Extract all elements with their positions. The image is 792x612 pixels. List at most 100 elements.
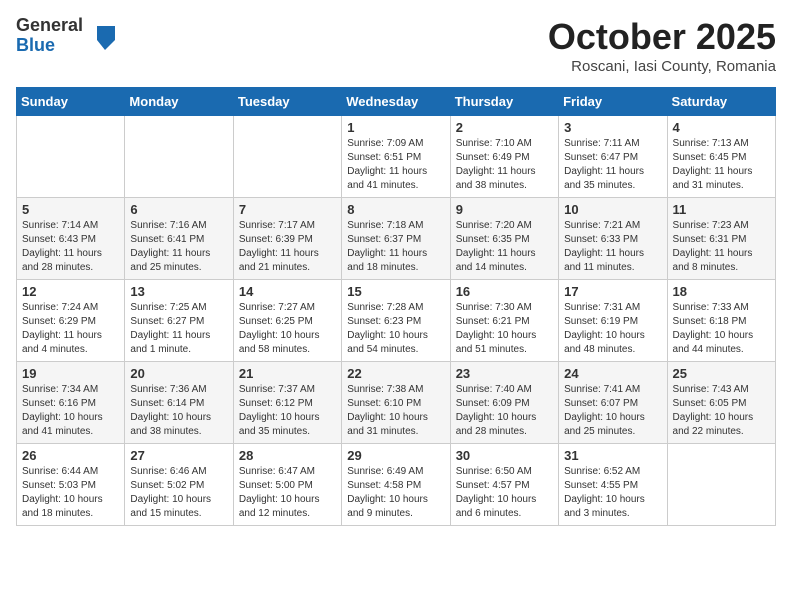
calendar-cell: 30 Sunrise: 6:50 AM Sunset: 4:57 PM Dayli…: [450, 444, 558, 526]
weekday-header-monday: Monday: [125, 88, 233, 116]
day-number: 7: [239, 202, 336, 217]
day-info: Sunrise: 6:49 AM Sunset: 4:58 PM Dayligh…: [347, 465, 444, 521]
day-info: Sunrise: 7:10 AM Sunset: 6:49 PM Dayligh…: [456, 137, 553, 193]
calendar-cell: 15Sunrise: 7:28 AM Sunset: 6:23 PM Dayli…: [342, 280, 450, 362]
day-number: 9: [456, 202, 553, 217]
calendar-cell: 19Sunrise: 7:34 AM Sunset: 6:16 PM Dayli…: [17, 362, 125, 444]
calendar-cell: 17 Sunrise: 7:31 AM Sunset: 6:19 PM Dayli…: [559, 280, 667, 362]
calendar-cell: 25 Sunrise: 7:43 AM Sunset: 6:05 PM Dayli…: [667, 362, 775, 444]
weekday-header-sunday: Sunday: [17, 88, 125, 116]
day-number: 17: [564, 284, 661, 299]
day-info: Sunrise: 7:18 AM Sunset: 6:37 PM Dayligh…: [347, 219, 444, 275]
day-number: 28: [239, 448, 336, 463]
calendar-cell: 10Sunrise: 7:21 AM Sunset: 6:33 PM Dayli…: [559, 198, 667, 280]
logo-text: General Blue: [16, 16, 83, 56]
calendar-cell: 22Sunrise: 7:38 AM Sunset: 6:10 PM Dayli…: [342, 362, 450, 444]
week-row-4: 19Sunrise: 7:34 AM Sunset: 6:16 PM Dayli…: [17, 362, 776, 444]
weekday-header-tuesday: Tuesday: [233, 88, 341, 116]
day-number: 19: [22, 366, 119, 381]
day-info: Sunrise: 6:46 AM Sunset: 5:02 PM Dayligh…: [130, 465, 227, 521]
day-number: 4: [673, 120, 770, 135]
day-info: Sunrise: 7:25 AM Sunset: 6:27 PM Dayligh…: [130, 301, 227, 357]
calendar-cell: 1Sunrise: 7:09 AM Sunset: 6:51 PM Daylig…: [342, 116, 450, 198]
week-row-5: 26 Sunrise: 6:44 AM Sunset: 5:03 PM Dayli…: [17, 444, 776, 526]
calendar-cell: 20 Sunrise: 7:36 AM Sunset: 6:14 PM Dayli…: [125, 362, 233, 444]
calendar-cell: 26 Sunrise: 6:44 AM Sunset: 5:03 PM Dayli…: [17, 444, 125, 526]
day-number: 29: [347, 448, 444, 463]
day-info: Sunrise: 7:33 AM Sunset: 6:18 PM Dayligh…: [673, 301, 770, 357]
day-info: Sunrise: 7:11 AM Sunset: 6:47 PM Dayligh…: [564, 137, 661, 193]
day-info: Sunrise: 7:37 AM Sunset: 6:12 PM Dayligh…: [239, 383, 336, 439]
calendar-cell: 18 Sunrise: 7:33 AM Sunset: 6:18 PM Dayli…: [667, 280, 775, 362]
weekday-header-thursday: Thursday: [450, 88, 558, 116]
location: Roscani, Iasi County, Romania: [548, 58, 776, 75]
calendar-cell: 28Sunrise: 6:47 AM Sunset: 5:00 PM Dayli…: [233, 444, 341, 526]
day-number: 3: [564, 120, 661, 135]
calendar-cell: 9Sunrise: 7:20 AM Sunset: 6:35 PM Daylig…: [450, 198, 558, 280]
day-info: Sunrise: 7:17 AM Sunset: 6:39 PM Dayligh…: [239, 219, 336, 275]
day-number: 25: [673, 366, 770, 381]
calendar-table: SundayMondayTuesdayWednesdayThursdayFrid…: [16, 87, 776, 526]
logo: General Blue: [16, 16, 115, 56]
day-info: Sunrise: 6:50 AM Sunset: 4:57 PM Dayligh…: [456, 465, 553, 521]
week-row-1: 1Sunrise: 7:09 AM Sunset: 6:51 PM Daylig…: [17, 116, 776, 198]
day-info: Sunrise: 7:36 AM Sunset: 6:14 PM Dayligh…: [130, 383, 227, 439]
calendar-cell: [233, 116, 341, 198]
calendar-cell: 5Sunrise: 7:14 AM Sunset: 6:43 PM Daylig…: [17, 198, 125, 280]
day-number: 30: [456, 448, 553, 463]
calendar-cell: 6Sunrise: 7:16 AM Sunset: 6:41 PM Daylig…: [125, 198, 233, 280]
day-info: Sunrise: 7:43 AM Sunset: 6:05 PM Dayligh…: [673, 383, 770, 439]
day-number: 6: [130, 202, 227, 217]
calendar-cell: 31Sunrise: 6:52 AM Sunset: 4:55 PM Dayli…: [559, 444, 667, 526]
week-row-2: 5Sunrise: 7:14 AM Sunset: 6:43 PM Daylig…: [17, 198, 776, 280]
weekday-header-friday: Friday: [559, 88, 667, 116]
calendar-cell: 7 Sunrise: 7:17 AM Sunset: 6:39 PM Daylig…: [233, 198, 341, 280]
calendar-cell: 12 Sunrise: 7:24 AM Sunset: 6:29 PM Dayli…: [17, 280, 125, 362]
logo-icon: [87, 22, 115, 50]
calendar-cell: [667, 444, 775, 526]
calendar-cell: [17, 116, 125, 198]
day-number: 18: [673, 284, 770, 299]
calendar-cell: [125, 116, 233, 198]
calendar-cell: 8Sunrise: 7:18 AM Sunset: 6:37 PM Daylig…: [342, 198, 450, 280]
day-number: 2: [456, 120, 553, 135]
day-number: 11: [673, 202, 770, 217]
weekday-header-wednesday: Wednesday: [342, 88, 450, 116]
calendar-cell: 13 Sunrise: 7:25 AM Sunset: 6:27 PM Dayli…: [125, 280, 233, 362]
day-info: Sunrise: 7:40 AM Sunset: 6:09 PM Dayligh…: [456, 383, 553, 439]
calendar-cell: 14 Sunrise: 7:27 AM Sunset: 6:25 PM Dayli…: [233, 280, 341, 362]
calendar-cell: 16 Sunrise: 7:30 AM Sunset: 6:21 PM Dayli…: [450, 280, 558, 362]
day-info: Sunrise: 7:24 AM Sunset: 6:29 PM Dayligh…: [22, 301, 119, 357]
page-header: General Blue October 2025 Roscani, Iasi …: [16, 16, 776, 75]
week-row-3: 12 Sunrise: 7:24 AM Sunset: 6:29 PM Dayli…: [17, 280, 776, 362]
day-info: Sunrise: 7:31 AM Sunset: 6:19 PM Dayligh…: [564, 301, 661, 357]
day-info: Sunrise: 7:28 AM Sunset: 6:23 PM Dayligh…: [347, 301, 444, 357]
calendar-cell: 27 Sunrise: 6:46 AM Sunset: 5:02 PM Dayli…: [125, 444, 233, 526]
day-info: Sunrise: 7:13 AM Sunset: 6:45 PM Dayligh…: [673, 137, 770, 193]
day-number: 12: [22, 284, 119, 299]
month-title: October 2025: [548, 16, 776, 58]
day-info: Sunrise: 7:09 AM Sunset: 6:51 PM Dayligh…: [347, 137, 444, 193]
day-number: 23: [456, 366, 553, 381]
day-number: 13: [130, 284, 227, 299]
day-info: Sunrise: 7:30 AM Sunset: 6:21 PM Dayligh…: [456, 301, 553, 357]
day-info: Sunrise: 7:14 AM Sunset: 6:43 PM Dayligh…: [22, 219, 119, 275]
day-number: 16: [456, 284, 553, 299]
day-number: 27: [130, 448, 227, 463]
calendar-cell: 4 Sunrise: 7:13 AM Sunset: 6:45 PM Daylig…: [667, 116, 775, 198]
logo-general: General: [16, 16, 83, 36]
day-info: Sunrise: 6:52 AM Sunset: 4:55 PM Dayligh…: [564, 465, 661, 521]
day-number: 10: [564, 202, 661, 217]
day-info: Sunrise: 7:38 AM Sunset: 6:10 PM Dayligh…: [347, 383, 444, 439]
day-info: Sunrise: 7:27 AM Sunset: 6:25 PM Dayligh…: [239, 301, 336, 357]
day-info: Sunrise: 6:44 AM Sunset: 5:03 PM Dayligh…: [22, 465, 119, 521]
calendar-cell: 24Sunrise: 7:41 AM Sunset: 6:07 PM Dayli…: [559, 362, 667, 444]
day-number: 14: [239, 284, 336, 299]
weekday-header-row: SundayMondayTuesdayWednesdayThursdayFrid…: [17, 88, 776, 116]
day-number: 20: [130, 366, 227, 381]
day-info: Sunrise: 7:41 AM Sunset: 6:07 PM Dayligh…: [564, 383, 661, 439]
calendar-cell: 21Sunrise: 7:37 AM Sunset: 6:12 PM Dayli…: [233, 362, 341, 444]
calendar-cell: 23 Sunrise: 7:40 AM Sunset: 6:09 PM Dayli…: [450, 362, 558, 444]
day-number: 26: [22, 448, 119, 463]
calendar-cell: 29 Sunrise: 6:49 AM Sunset: 4:58 PM Dayli…: [342, 444, 450, 526]
